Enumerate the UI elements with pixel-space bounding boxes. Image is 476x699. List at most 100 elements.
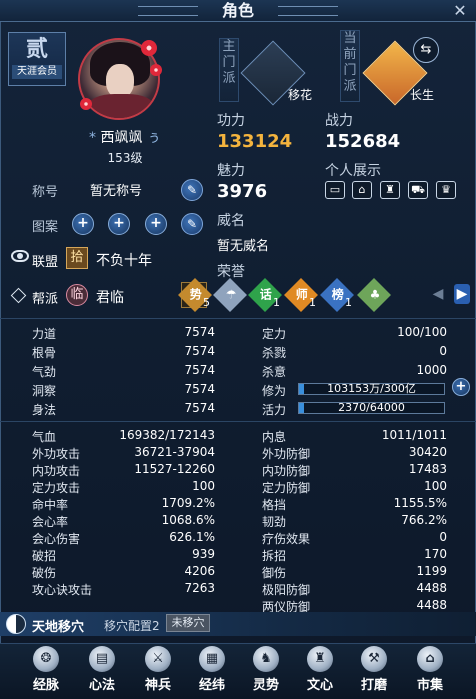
cultivation-plus-button[interactable]: + — [452, 378, 470, 396]
honor-count: 1 — [309, 296, 316, 309]
attr-value: 7574 — [184, 344, 215, 358]
charm-label: 魅力 — [217, 163, 245, 179]
title-label: 称号 — [32, 185, 59, 200]
showcase-label: 个人展示 — [325, 163, 381, 179]
title-ornament-right — [278, 6, 338, 16]
pen-icon: ✎ — [186, 217, 198, 231]
attr-label: 力道 — [32, 327, 57, 341]
yin-yang-icon — [6, 614, 26, 634]
nav-wenxin-button[interactable]: ♜ 文心 — [298, 646, 342, 698]
nav-spirit-icon: ♞ — [253, 646, 279, 672]
main-sect-label: 主门派 — [219, 38, 239, 102]
flower-decoration-icon — [141, 40, 157, 56]
plus-icon: + — [455, 379, 467, 394]
attr-value: 30420 — [408, 445, 447, 459]
vitality-value: 2370/64000 — [338, 401, 405, 414]
card-icon[interactable]: ▭ — [325, 181, 345, 199]
attr-value: 170 — [424, 547, 447, 561]
acupoint-config[interactable]: 移穴配置2 — [104, 617, 160, 634]
attr-label: 杀戮 — [262, 346, 287, 360]
nav-market-button[interactable]: ⌂ 市集 — [408, 646, 452, 698]
attr-label: 内息 — [262, 430, 287, 444]
nav-mind-icon: ▤ — [89, 646, 115, 672]
vitality-bar: 2370/64000 — [298, 402, 445, 414]
attr-label: 气血 — [32, 430, 57, 444]
attr-label: 外功攻击 — [32, 447, 81, 461]
crown-icon[interactable]: ♛ — [436, 181, 456, 199]
power-value: 133124 — [217, 131, 293, 152]
attr-value: 1155.5% — [393, 496, 447, 510]
flower-decoration-icon — [150, 64, 162, 76]
vip-label: 天涯会员 — [12, 65, 62, 79]
attr-label: 拆招 — [262, 549, 287, 563]
vip-badge[interactable]: 贰 天涯会员 — [8, 32, 66, 86]
attr-value: 0 — [439, 344, 447, 358]
eye-icon[interactable] — [11, 250, 29, 262]
honor-next-arrow-icon[interactable]: ▶ — [454, 284, 470, 304]
honor-glyph: 话 — [259, 287, 272, 302]
add-pattern-button-1[interactable]: + — [72, 213, 94, 235]
attr-value: 1068.6% — [161, 513, 215, 527]
honor-glyph: ☂ — [225, 287, 237, 302]
attr-label: 御伤 — [262, 566, 287, 580]
add-pattern-button-3[interactable]: + — [145, 213, 167, 235]
window-title: 角色 — [221, 1, 254, 20]
attr-value: 7574 — [184, 363, 215, 377]
nav-label: 灵势 — [252, 678, 279, 693]
edit-pattern-button[interactable]: ✎ — [181, 213, 203, 235]
swap-icon: ⇆ — [420, 42, 432, 57]
pen-icon: ✎ — [186, 183, 198, 197]
cultivation-label: 修为 — [262, 384, 287, 398]
plus-icon: + — [113, 215, 125, 231]
name-prefix: * — [89, 130, 97, 146]
attr-label: 破伤 — [32, 566, 57, 580]
nav-forge-icon: ⚒ — [361, 646, 387, 672]
nav-jingwei-button[interactable]: ▦ 经纬 — [190, 646, 234, 698]
attr-value: 4488 — [416, 598, 447, 612]
nav-weapon-button[interactable]: ⚔ 神兵 — [136, 646, 180, 698]
plus-icon: + — [150, 215, 162, 231]
honor-glyph: 势 — [189, 287, 202, 302]
attr-label: 杀意 — [262, 365, 287, 379]
pavilion-icon[interactable]: ⌂ — [352, 181, 372, 199]
attr-value: 100 — [192, 479, 215, 493]
nav-label: 经纬 — [198, 678, 225, 693]
attr-label: 定力 — [262, 327, 287, 341]
vehicle-icon[interactable]: ⛟ — [408, 181, 428, 199]
current-sect-label: 当前门派 — [340, 30, 360, 102]
castle-icon[interactable]: ♜ — [380, 181, 400, 199]
attr-value: 7263 — [184, 581, 215, 595]
alliance-badge: 拾 — [66, 247, 88, 269]
close-button[interactable]: ✕ — [447, 0, 473, 22]
attr-label: 韧劲 — [262, 515, 287, 529]
honor-glyph: 师 — [295, 287, 308, 302]
attr-label: 破招 — [32, 549, 57, 563]
nav-mind-button[interactable]: ▤ 心法 — [80, 646, 124, 698]
acupoint-title[interactable]: 天地移穴 — [32, 616, 84, 635]
nav-spirit-button[interactable]: ♞ 灵势 — [244, 646, 288, 698]
attr-value: 1199 — [416, 564, 447, 578]
edit-title-button[interactable]: ✎ — [181, 179, 203, 201]
honor-prev-arrow-icon[interactable]: ◀ — [432, 286, 444, 302]
guild-name[interactable]: 君临 — [96, 287, 124, 307]
nav-wenxin-icon: ♜ — [307, 646, 333, 672]
alliance-name[interactable]: 不负十年 — [96, 250, 152, 270]
attr-label: 外功防御 — [262, 447, 311, 461]
attr-value: 100 — [424, 479, 447, 493]
heart-decoration-icon — [80, 98, 92, 110]
plus-icon: + — [77, 215, 89, 231]
attr-value: 766.2% — [401, 513, 447, 527]
attr-value: 7574 — [184, 401, 215, 415]
swap-sect-button[interactable]: ⇆ — [413, 37, 439, 63]
honor-count: 1 — [273, 296, 280, 309]
vip-rank-glyph: 贰 — [25, 36, 48, 62]
combat-power-value: 152684 — [325, 131, 401, 152]
attr-value: 626.1% — [169, 530, 215, 544]
nav-forge-button[interactable]: ⚒ 打磨 — [352, 646, 396, 698]
attr-value: 169382/172143 — [119, 428, 215, 442]
power-label: 功力 — [217, 113, 245, 129]
nav-meridian-button[interactable]: ❂ 经脉 — [24, 646, 68, 698]
attr-label: 气劲 — [32, 365, 57, 379]
add-pattern-button-2[interactable]: + — [108, 213, 130, 235]
attr-label: 极阳防御 — [262, 583, 311, 597]
